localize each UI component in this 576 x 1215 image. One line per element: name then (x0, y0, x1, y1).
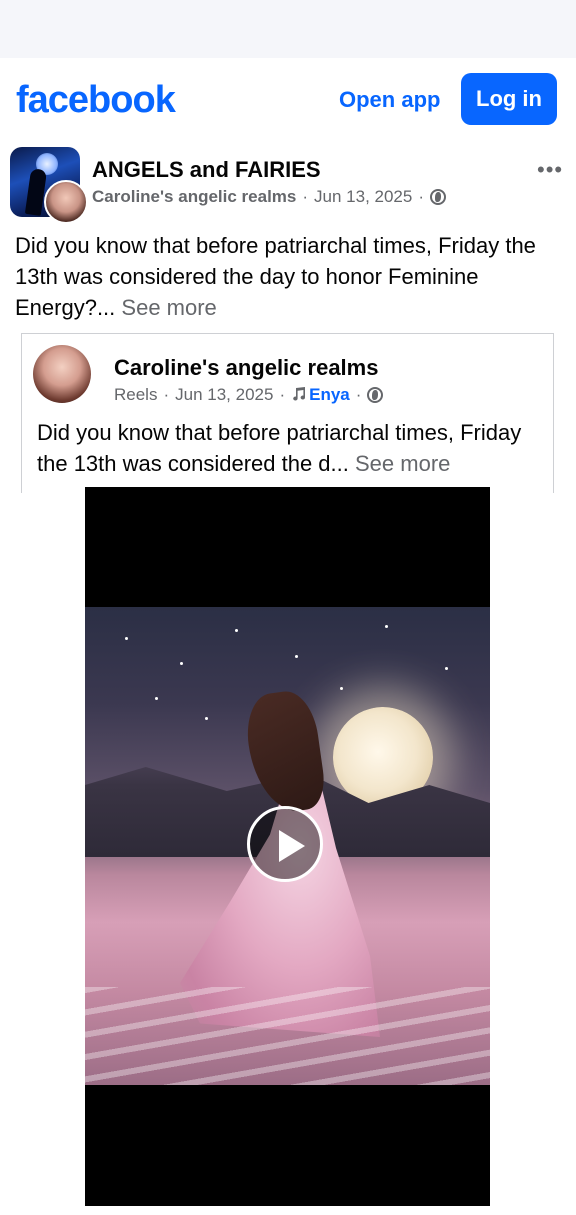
shared-post-meta: Reels · Jun 13, 2025 · Enya · (114, 384, 384, 406)
shared-author-name[interactable]: Caroline's angelic realms (114, 354, 378, 382)
open-app-link[interactable]: Open app (339, 85, 440, 115)
post-meta: Caroline's angelic realms · Jun 13, 2025 · (92, 186, 447, 208)
globe-icon (430, 189, 447, 205)
facebook-logo[interactable]: facebook (16, 78, 176, 122)
video-player[interactable] (85, 487, 490, 1206)
more-options-icon[interactable]: ••• (537, 159, 563, 181)
post-text: Did you know that before patriarchal tim… (15, 230, 560, 323)
see-more-link[interactable]: See more (121, 295, 216, 320)
author-avatar[interactable] (44, 180, 88, 224)
group-name[interactable]: ANGELS and FAIRIES (92, 156, 321, 184)
music-artist: Enya (309, 385, 350, 404)
play-icon[interactable] (247, 806, 323, 882)
top-navigation-bar: facebook Open app Log in (0, 58, 576, 142)
shared-see-more-link[interactable]: See more (355, 451, 450, 476)
shared-post-text: Did you know that before patriarchal tim… (37, 417, 547, 479)
music-note-icon (293, 387, 306, 401)
shared-post-card[interactable]: Caroline's angelic realms Reels · Jun 13, … (21, 333, 554, 493)
shared-post-date[interactable]: Jun 13, 2025 (175, 385, 273, 404)
status-bar (0, 0, 576, 58)
post-body: Did you know that before patriarchal tim… (15, 233, 536, 320)
globe-icon (367, 387, 384, 403)
music-link[interactable]: Enya (291, 385, 350, 404)
post-date[interactable]: Jun 13, 2025 (314, 187, 412, 206)
login-button[interactable]: Log in (461, 73, 557, 125)
shared-author-avatar[interactable] (33, 345, 91, 403)
post-author[interactable]: Caroline's angelic realms (92, 187, 296, 206)
shared-post-type[interactable]: Reels (114, 385, 157, 404)
